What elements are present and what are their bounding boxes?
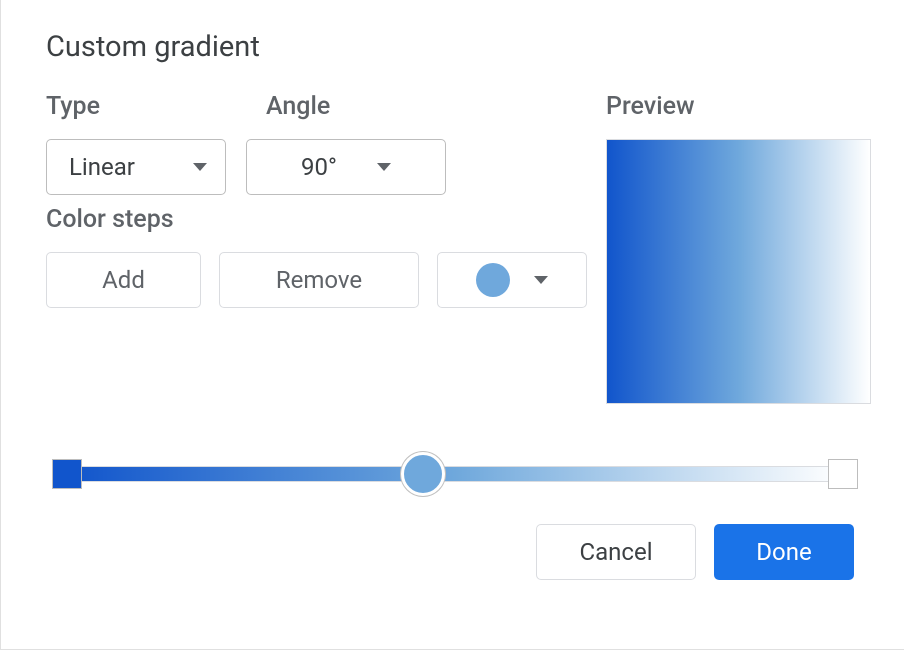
remove-button[interactable]: Remove bbox=[219, 252, 419, 308]
caret-down-icon bbox=[534, 276, 548, 284]
add-button[interactable]: Add bbox=[46, 252, 201, 308]
cancel-button[interactable]: Cancel bbox=[536, 524, 696, 580]
label-row: Type Angle bbox=[46, 92, 606, 121]
gradient-stop-end[interactable] bbox=[828, 459, 858, 489]
angle-select[interactable]: 90° bbox=[246, 139, 446, 195]
select-row: Linear 90° bbox=[46, 139, 606, 195]
gradient-slider[interactable] bbox=[55, 454, 855, 494]
color-swatch-icon bbox=[476, 263, 510, 297]
slider-track-fill bbox=[68, 467, 842, 481]
angle-select-value: 90° bbox=[301, 153, 337, 181]
color-steps-label: Color steps bbox=[46, 205, 606, 234]
gradient-stop-start[interactable] bbox=[52, 459, 82, 489]
caret-down-icon bbox=[193, 163, 207, 171]
slider-track bbox=[67, 466, 843, 482]
done-button[interactable]: Done bbox=[714, 524, 854, 580]
type-select-value: Linear bbox=[69, 153, 135, 181]
controls-column: Type Angle Linear 90° Color steps Add Re… bbox=[46, 92, 606, 308]
preview-column: Preview bbox=[606, 92, 871, 404]
angle-label: Angle bbox=[266, 92, 466, 121]
color-steps-button-row: Add Remove bbox=[46, 252, 606, 308]
dialog-title: Custom gradient bbox=[46, 30, 864, 64]
type-select[interactable]: Linear bbox=[46, 139, 226, 195]
dialog-footer: Cancel Done bbox=[46, 524, 864, 580]
caret-down-icon bbox=[377, 163, 391, 171]
preview-label: Preview bbox=[606, 92, 871, 121]
gradient-stop-selected[interactable] bbox=[401, 452, 445, 496]
main-row: Type Angle Linear 90° Color steps Add Re… bbox=[46, 92, 864, 404]
type-label: Type bbox=[46, 92, 236, 121]
gradient-preview bbox=[606, 139, 871, 404]
color-swatch-select[interactable] bbox=[437, 252, 587, 308]
